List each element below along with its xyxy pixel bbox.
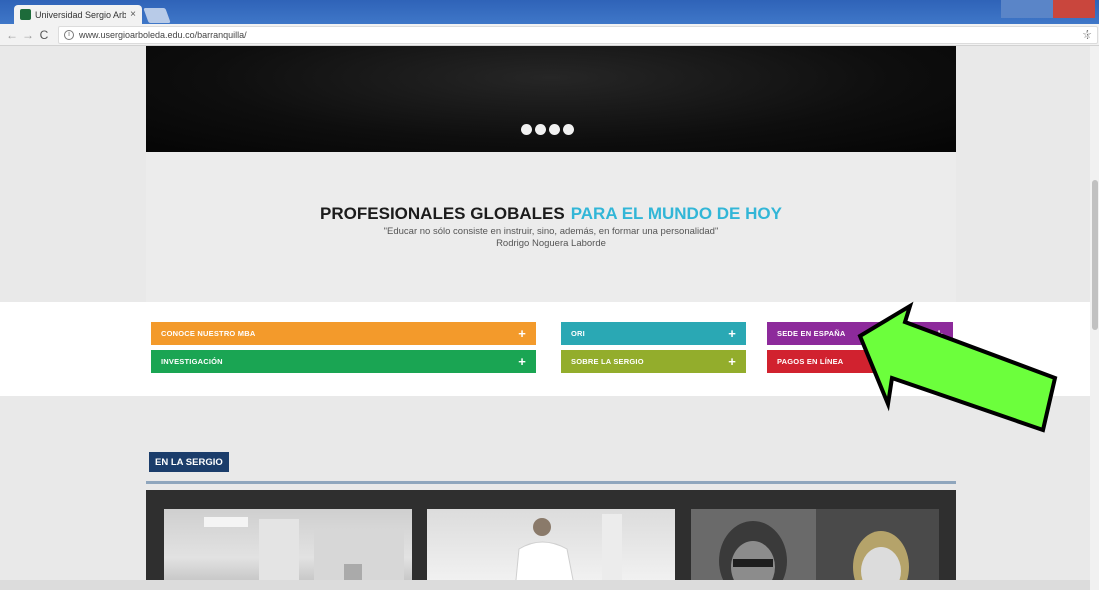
back-arrow-icon[interactable]: ← <box>4 28 20 42</box>
quick-link-investigacion[interactable]: INVESTIGACIÓN + <box>151 350 536 373</box>
classroom-image <box>204 517 404 590</box>
carousel-dot[interactable] <box>549 124 560 135</box>
quick-link-pagos-en-linea[interactable]: PAGOS EN LÍNEA + <box>767 350 953 373</box>
reload-icon[interactable]: C <box>36 28 52 42</box>
slogan-panel: PROFESIONALES GLOBALES PARA EL MUNDO DE H… <box>146 152 956 302</box>
browser-tabstrip: Universidad Sergio Arbo × <box>0 0 1099 24</box>
page-headline: PROFESIONALES GLOBALES PARA EL MUNDO DE H… <box>146 204 956 224</box>
quick-link-label: SEDE EN ESPAÑA <box>777 329 846 338</box>
quick-link-mba[interactable]: CONOCE NUESTRO MBA + <box>151 322 536 345</box>
horizontal-scrollbar[interactable] <box>0 580 1090 590</box>
new-tab-button[interactable] <box>143 8 171 23</box>
plus-icon: + <box>728 326 736 341</box>
quote-author: Rodrigo Noguera Laborde <box>496 238 606 249</box>
forward-arrow-icon[interactable]: → <box>20 28 36 42</box>
quick-link-sobre-la-sergio[interactable]: SOBRE LA SERGIO + <box>561 350 746 373</box>
quick-link-label: PAGOS EN LÍNEA <box>777 357 844 366</box>
plus-icon: + <box>935 326 943 341</box>
quick-links-band: CONOCE NUESTRO MBA + INVESTIGACIÓN + ORI… <box>0 302 1090 396</box>
news-thumbnail[interactable] <box>427 509 675 590</box>
window-controls <box>1001 0 1095 18</box>
carousel-dot[interactable] <box>535 124 546 135</box>
web-page: PROFESIONALES GLOBALES PARA EL MUNDO DE H… <box>0 46 1090 590</box>
businessman-image <box>514 514 622 590</box>
url-text[interactable]: www.usergioarboleda.edu.co/barranquilla/ <box>79 30 1082 40</box>
news-thumbnail[interactable] <box>164 509 412 590</box>
maximize-button[interactable] <box>1027 0 1053 18</box>
quick-link-label: CONOCE NUESTRO MBA <box>161 329 256 338</box>
plus-icon: + <box>935 354 943 369</box>
carousel-dots <box>521 124 574 135</box>
quote-text: "Educar no sólo consiste en instruir, si… <box>383 226 719 237</box>
section-title: EN LA SERGIO <box>149 452 229 472</box>
people-image <box>691 509 939 590</box>
quick-link-label: SOBRE LA SERGIO <box>571 357 644 366</box>
site-favicon-icon <box>20 9 31 20</box>
hero-carousel <box>146 46 956 152</box>
carousel-dot[interactable] <box>563 124 574 135</box>
browser-toolbar: ← → C i www.usergioarboleda.edu.co/barra… <box>0 24 1099 46</box>
site-info-icon[interactable]: i <box>64 29 74 40</box>
tab-title: Universidad Sergio Arbo <box>35 9 127 20</box>
browser-menu-icon[interactable]: ⋮ <box>1082 28 1093 41</box>
headline-accent: PARA EL MUNDO DE HOY <box>570 204 782 223</box>
window-close-button[interactable] <box>1053 0 1095 18</box>
plus-icon: + <box>728 354 736 369</box>
plus-icon: + <box>518 326 526 341</box>
headline-main: PROFESIONALES GLOBALES <box>320 204 565 223</box>
quick-link-label: INVESTIGACIÓN <box>161 357 223 366</box>
minimize-button[interactable] <box>1001 0 1027 18</box>
plus-icon: + <box>518 354 526 369</box>
vertical-scrollbar-thumb[interactable] <box>1092 180 1098 330</box>
quick-link-ori[interactable]: ORI + <box>561 322 746 345</box>
browser-tab[interactable]: Universidad Sergio Arbo × <box>14 5 142 24</box>
quick-link-sede-espana[interactable]: SEDE EN ESPAÑA + <box>767 322 953 345</box>
news-thumbnail[interactable] <box>691 509 939 590</box>
tab-close-icon[interactable]: × <box>130 9 136 20</box>
quick-link-label: ORI <box>571 329 585 338</box>
address-bar[interactable]: i www.usergioarboleda.edu.co/barranquill… <box>58 25 1098 44</box>
section-divider <box>146 481 956 484</box>
news-gallery <box>146 490 956 590</box>
carousel-dot[interactable] <box>521 124 532 135</box>
